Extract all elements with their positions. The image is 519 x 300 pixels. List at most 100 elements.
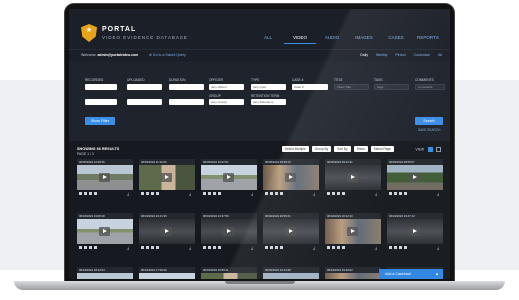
add-caseload-button[interactable]: Add a Caseload ▲ [379,269,443,279]
folder-icon[interactable] [275,246,278,249]
video-thumbnail[interactable] [263,219,319,244]
info-icon[interactable] [141,246,144,249]
uploaded-from-input[interactable] [127,84,162,90]
play-icon[interactable] [99,227,110,236]
play-icon[interactable] [285,173,296,182]
download-icon[interactable]: ⤓ [127,245,129,250]
video-thumbnail[interactable] [387,165,443,190]
list-icon[interactable] [208,246,211,249]
tab-audio[interactable]: AUDIO [316,35,348,44]
list-icon[interactable] [270,246,273,249]
info-icon[interactable] [79,246,82,249]
video-card[interactable]: 06/04/2022 16:58:11⤓ [201,267,257,279]
tab-images[interactable]: IMAGES [348,35,380,44]
play-icon[interactable] [99,173,110,182]
info-icon[interactable] [265,192,268,195]
download-icon[interactable]: ⤓ [437,191,439,196]
comments-input[interactable]: Comments [415,84,445,90]
play-icon[interactable] [347,173,358,182]
video-thumbnail[interactable] [263,273,319,279]
download-icon[interactable]: ⤓ [251,191,253,196]
retention-select[interactable]: (any Retention) [251,99,286,105]
tab-all[interactable]: ALL [252,35,284,44]
list-icon[interactable] [84,192,87,195]
tool-sort-by[interactable]: Sort By [334,146,351,152]
video-thumbnail[interactable] [325,273,381,279]
officer-select[interactable]: (any officer) [209,84,244,90]
share-icon[interactable] [280,246,283,249]
play-icon[interactable] [285,227,296,236]
play-icon[interactable] [409,227,420,236]
tab-video[interactable]: VIDEO [284,35,316,44]
info-icon[interactable] [327,246,330,249]
range-daily[interactable]: Daily [360,53,368,57]
video-card[interactable]: 06/04/2022 20:55:21 ⤓ [263,213,319,251]
recorded-from-input[interactable] [85,84,117,90]
video-thumbnail[interactable] [139,273,195,279]
grid-view-icon[interactable] [428,147,434,152]
folder-icon[interactable] [213,246,216,249]
tool-group-by[interactable]: Group By [311,146,332,152]
video-thumbnail[interactable] [201,165,257,190]
video-thumbnail[interactable] [325,219,381,244]
video-thumbnail[interactable] [139,219,195,244]
video-thumbnail[interactable] [77,219,133,244]
tags-input[interactable]: Tags [374,84,409,90]
download-icon[interactable]: ⤓ [375,191,377,196]
play-icon[interactable] [161,227,172,236]
video-thumbnail[interactable] [387,219,443,244]
share-icon[interactable] [156,246,159,249]
list-icon[interactable] [394,246,397,249]
play-icon[interactable] [161,173,172,182]
share-icon[interactable] [342,246,345,249]
folder-icon[interactable] [337,192,340,195]
folder-icon[interactable] [151,192,154,195]
video-card[interactable]: 06/05/2022 09:48:16 ⤓ [263,159,319,197]
download-icon[interactable]: ⤓ [251,245,253,250]
info-icon[interactable] [203,246,206,249]
video-card[interactable]: 06/05/2022 11:34:20 ⤓ [139,159,195,197]
video-card[interactable]: 06/05/2022 12:08:35 ⤓ [77,159,133,197]
list-icon[interactable] [146,192,149,195]
show-filter-button[interactable]: Show Filter [85,117,115,125]
tool-show[interactable]: Show [353,146,368,152]
play-icon[interactable] [409,173,420,182]
share-icon[interactable] [218,246,221,249]
save-search-link[interactable]: SAVE SEARCH [418,128,440,132]
share-icon[interactable] [94,192,97,195]
uploaded-to-input[interactable] [127,99,162,105]
video-thumbnail[interactable] [201,273,257,279]
download-icon[interactable]: ⤓ [127,191,129,196]
video-card[interactable]: 06/05/2022 08:55:07 ⤓ [387,159,443,197]
range-period[interactable]: Period [395,53,405,57]
list-icon[interactable] [270,192,273,195]
list-icon[interactable] [208,192,211,195]
range-all[interactable]: All [438,53,442,57]
info-icon[interactable] [265,246,268,249]
recorded-to-input[interactable] [85,99,117,105]
list-icon[interactable] [146,246,149,249]
folder-icon[interactable] [337,246,340,249]
play-icon[interactable] [347,227,358,236]
video-card[interactable]: 06/04/2022 16:13:48⤓ [263,267,319,279]
video-card[interactable]: 06/04/2022 20:12:10 ⤓ [325,213,381,251]
video-thumbnail[interactable] [325,165,381,190]
duration-max-input[interactable] [169,99,204,105]
group-select[interactable]: (any Group) [209,99,244,105]
list-icon[interactable] [84,246,87,249]
video-card[interactable]: 06/04/2022 19:47:13 ⤓ [387,213,443,251]
download-icon[interactable]: ⤓ [189,245,191,250]
video-thumbnail[interactable] [77,273,133,279]
info-icon[interactable] [327,192,330,195]
list-view-icon[interactable] [436,147,441,152]
download-icon[interactable]: ⤓ [313,245,315,250]
info-icon[interactable] [389,192,392,195]
info-icon[interactable] [79,192,82,195]
video-card[interactable]: 06/04/2022 15:40:02⤓ [325,267,381,279]
user-email[interactable]: admin@portalvideo.com [97,53,138,57]
folder-icon[interactable] [151,246,154,249]
download-icon[interactable]: ⤓ [437,245,439,250]
video-card[interactable]: 06/05/2022 10:02:51 ⤓ [201,159,257,197]
video-thumbnail[interactable] [77,165,133,190]
tool-select-page[interactable]: Select Page [370,146,394,152]
